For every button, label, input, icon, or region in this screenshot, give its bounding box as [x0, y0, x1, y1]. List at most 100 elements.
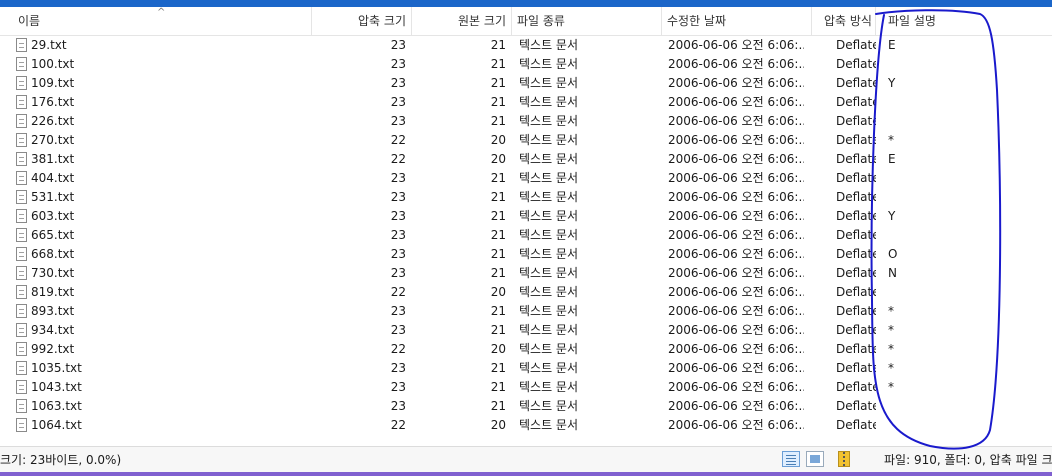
compression-method-cell: Deflate	[836, 285, 876, 299]
file-name-text: 893.txt	[31, 304, 75, 318]
modified-date-cell: 2006-06-06 오전 6:06:...	[668, 76, 804, 90]
modified-date-cell: 2006-06-06 오전 6:06:...	[668, 133, 804, 147]
text-file-icon	[16, 399, 27, 413]
original-size-cell: 20	[490, 133, 506, 147]
status-bar: 크기: 23바이트, 0.0%) 파일: 910, 폴더: 0, 압축 파일 크	[0, 446, 1052, 473]
file-name-cell: 893.txt	[16, 302, 306, 321]
table-row[interactable]: 1043.txt 23 21 텍스트 문서 2006-06-06 오전 6:06:...…	[0, 378, 1052, 397]
file-name-text: 109.txt	[31, 76, 75, 90]
file-name-cell: 100.txt	[16, 55, 306, 74]
table-row[interactable]: 270.txt 22 20 텍스트 문서 2006-06-06 오전 6:06:... D…	[0, 131, 1052, 150]
modified-date-cell: 2006-06-06 오전 6:06:...	[668, 323, 804, 337]
modified-date-cell: 2006-06-06 오전 6:06:...	[668, 285, 804, 299]
table-row[interactable]: 668.txt 23 21 텍스트 문서 2006-06-06 오전 6:06:... D…	[0, 245, 1052, 264]
table-row[interactable]: 893.txt 23 21 텍스트 문서 2006-06-06 오전 6:06:... D…	[0, 302, 1052, 321]
zip-archive-icon	[838, 451, 850, 467]
thumbnail-view-icon[interactable]	[806, 451, 824, 467]
original-size-cell: 21	[490, 76, 506, 90]
table-row[interactable]: 1063.txt 23 21 텍스트 문서 2006-06-06 오전 6:06:...…	[0, 397, 1052, 416]
table-row[interactable]: 100.txt 23 21 텍스트 문서 2006-06-06 오전 6:06:... D…	[0, 55, 1052, 74]
text-file-icon	[16, 228, 27, 242]
table-row[interactable]: 934.txt 23 21 텍스트 문서 2006-06-06 오전 6:06:... D…	[0, 321, 1052, 340]
modified-date-cell: 2006-06-06 오전 6:06:...	[668, 171, 804, 185]
compressed-size-cell: 23	[390, 361, 406, 375]
table-row[interactable]: 730.txt 23 21 텍스트 문서 2006-06-06 오전 6:06:... D…	[0, 264, 1052, 283]
table-row[interactable]: 1035.txt 23 21 텍스트 문서 2006-06-06 오전 6:06:...…	[0, 359, 1052, 378]
modified-date-cell: 2006-06-06 오전 6:06:...	[668, 38, 804, 52]
text-file-icon	[16, 133, 27, 147]
column-header-compressed-size[interactable]: 압축 크기	[312, 7, 412, 35]
file-name-cell: 1064.txt	[16, 416, 306, 435]
modified-date-cell: 2006-06-06 오전 6:06:...	[668, 361, 804, 375]
compressed-size-cell: 22	[390, 285, 406, 299]
file-description-cell: *	[888, 361, 894, 375]
table-row[interactable]: 226.txt 23 21 텍스트 문서 2006-06-06 오전 6:06:... D…	[0, 112, 1052, 131]
file-name-text: 665.txt	[31, 228, 75, 242]
column-header-original-size[interactable]: 원본 크기	[412, 7, 512, 35]
text-file-icon	[16, 342, 27, 356]
text-file-icon	[16, 247, 27, 261]
column-header-modified-date[interactable]: 수정한 날짜	[662, 7, 812, 35]
text-file-icon	[16, 38, 27, 52]
file-name-cell: 29.txt	[16, 36, 306, 55]
original-size-cell: 21	[490, 57, 506, 71]
column-header-method[interactable]: 압축 방식	[812, 7, 876, 35]
table-row[interactable]: 531.txt 23 21 텍스트 문서 2006-06-06 오전 6:06:... D…	[0, 188, 1052, 207]
file-name-text: 1043.txt	[31, 380, 82, 394]
file-name-cell: 404.txt	[16, 169, 306, 188]
file-description-cell: E	[888, 152, 896, 166]
table-row[interactable]: 665.txt 23 21 텍스트 문서 2006-06-06 오전 6:06:... D…	[0, 226, 1052, 245]
file-description-cell	[888, 416, 988, 435]
table-row[interactable]: 29.txt 23 21 텍스트 문서 2006-06-06 오전 6:06:... De…	[0, 36, 1052, 55]
compressed-size-cell: 23	[390, 399, 406, 413]
table-row[interactable]: 819.txt 22 20 텍스트 문서 2006-06-06 오전 6:06:... D…	[0, 283, 1052, 302]
file-list: 29.txt 23 21 텍스트 문서 2006-06-06 오전 6:06:... De…	[0, 36, 1052, 444]
table-row[interactable]: 603.txt 23 21 텍스트 문서 2006-06-06 오전 6:06:... D…	[0, 207, 1052, 226]
table-row[interactable]: 381.txt 22 20 텍스트 문서 2006-06-06 오전 6:06:... D…	[0, 150, 1052, 169]
file-name-cell: 531.txt	[16, 188, 306, 207]
file-name-cell: 730.txt	[16, 264, 306, 283]
compressed-size-cell: 23	[390, 190, 406, 204]
text-file-icon	[16, 190, 27, 204]
modified-date-cell: 2006-06-06 오전 6:06:...	[668, 342, 804, 356]
table-row[interactable]: 109.txt 23 21 텍스트 문서 2006-06-06 오전 6:06:... D…	[0, 74, 1052, 93]
column-header-name[interactable]: 이름 ^	[0, 7, 312, 35]
status-selection-info: 크기: 23바이트, 0.0%)	[0, 453, 122, 467]
file-name-cell: 1063.txt	[16, 397, 306, 416]
compressed-size-cell: 23	[390, 57, 406, 71]
compressed-size-cell: 23	[390, 171, 406, 185]
file-name-text: 934.txt	[31, 323, 75, 337]
compression-method-cell: Deflate	[836, 247, 876, 261]
compressed-size-cell: 23	[390, 76, 406, 90]
text-file-icon	[16, 266, 27, 280]
file-name-text: 381.txt	[31, 152, 75, 166]
file-description-cell	[888, 55, 988, 74]
compression-method-cell: Deflate	[836, 76, 876, 90]
compressed-size-cell: 22	[390, 342, 406, 356]
file-description-cell	[888, 169, 988, 188]
table-row[interactable]: 992.txt 22 20 텍스트 문서 2006-06-06 오전 6:06:... D…	[0, 340, 1052, 359]
file-type-cell: 텍스트 문서	[519, 380, 579, 394]
table-row[interactable]: 176.txt 23 21 텍스트 문서 2006-06-06 오전 6:06:... D…	[0, 93, 1052, 112]
file-name-text: 531.txt	[31, 190, 75, 204]
compression-method-cell: Deflate	[836, 38, 876, 52]
compression-method-cell: Deflate	[836, 228, 876, 242]
compression-method-cell: Deflate	[836, 399, 876, 413]
modified-date-cell: 2006-06-06 오전 6:06:...	[668, 399, 804, 413]
compression-method-cell: Deflate	[836, 95, 876, 109]
text-file-icon	[16, 209, 27, 223]
file-type-cell: 텍스트 문서	[519, 152, 579, 166]
compressed-size-cell: 23	[390, 323, 406, 337]
file-description-cell	[888, 397, 988, 416]
file-description-cell: O	[888, 247, 898, 261]
table-row[interactable]: 404.txt 23 21 텍스트 문서 2006-06-06 오전 6:06:... D…	[0, 169, 1052, 188]
file-name-text: 730.txt	[31, 266, 75, 280]
table-row[interactable]: 1064.txt 22 20 텍스트 문서 2006-06-06 오전 6:06:...…	[0, 416, 1052, 435]
file-type-cell: 텍스트 문서	[519, 228, 579, 242]
compressed-size-cell: 22	[390, 152, 406, 166]
details-view-icon[interactable]	[782, 451, 800, 467]
column-header-file-type[interactable]: 파일 종류	[512, 7, 662, 35]
file-description-cell: N	[888, 266, 897, 280]
column-header-description[interactable]: 파일 설명	[876, 7, 1052, 35]
file-name-cell: 226.txt	[16, 112, 306, 131]
